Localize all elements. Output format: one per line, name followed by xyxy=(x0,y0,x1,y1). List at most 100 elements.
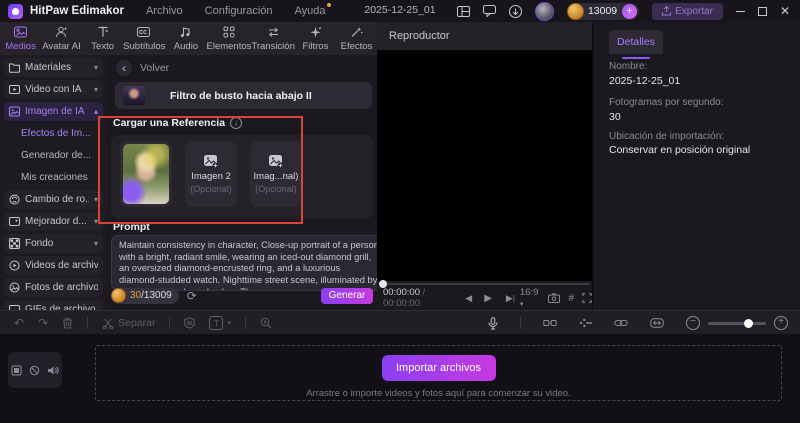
filter-card[interactable]: Filtro de busto hacia abajo II xyxy=(115,82,372,109)
image-plus-icon xyxy=(269,155,284,169)
reference-section-title: Cargar una Referencia xyxy=(113,117,226,129)
tab-transicion[interactable]: Transición xyxy=(251,22,295,55)
redo-button[interactable]: ↷ xyxy=(38,316,48,330)
window-close-button[interactable]: ✕ xyxy=(780,5,790,17)
tab-efectos[interactable]: Efectos xyxy=(336,22,377,55)
menu-configuracion[interactable]: Configuración xyxy=(205,5,273,17)
window-maximize-button[interactable] xyxy=(757,6,767,16)
sidebar-item-materiales[interactable]: Materiales ▾ xyxy=(4,58,103,77)
add-credits-button[interactable]: + xyxy=(622,3,638,19)
upload-icon xyxy=(662,6,672,16)
layout-icon[interactable] xyxy=(456,5,470,17)
sidebar-item-imagen-de-ia[interactable]: Imagen de IA ▴ xyxy=(4,102,103,121)
sidebar-item-fotos-de-archivo[interactable]: Fotos de archivo xyxy=(4,278,103,297)
timeline-zoom-slider[interactable] xyxy=(708,318,766,328)
menu-ayuda[interactable]: Ayuda xyxy=(295,3,331,17)
reference-upload-3[interactable]: Imag...nal) (Opcional) xyxy=(250,141,302,207)
menu-archivo[interactable]: Archivo xyxy=(146,5,183,17)
prompt-textarea[interactable]: Maintain consistency in character, Close… xyxy=(111,235,388,291)
elements-icon xyxy=(223,26,235,39)
fit-timeline-icon[interactable] xyxy=(650,318,664,328)
back-button[interactable]: ‹ Volver xyxy=(116,60,169,76)
app-logo-icon xyxy=(8,3,23,19)
avatar-ai-icon xyxy=(55,26,68,39)
chevron-down-icon: ▾ xyxy=(93,63,98,72)
sidebar-item-videos-de-archivo[interactable]: Videos de archivo xyxy=(4,256,103,275)
undo-button[interactable]: ↶ xyxy=(14,316,24,330)
background-checker-icon xyxy=(9,238,20,249)
music-note-icon xyxy=(180,26,191,39)
zoom-to-frame-icon[interactable] xyxy=(260,317,272,329)
reference-image-1[interactable] xyxy=(120,141,172,207)
tab-avatar-ai[interactable]: Avatar AI xyxy=(41,22,82,55)
tab-medios[interactable]: Medios xyxy=(0,22,41,55)
timecode-separator: / xyxy=(419,287,426,298)
microphone-icon[interactable] xyxy=(488,316,498,330)
fullscreen-icon[interactable] xyxy=(582,293,592,303)
location-label: Ubicación de importación: xyxy=(609,131,725,142)
chevron-down-icon: ▾ xyxy=(93,195,98,204)
play-button[interactable]: ▶ xyxy=(484,293,492,304)
chevron-down-icon: ▾ xyxy=(519,301,524,308)
zoom-slider-handle[interactable] xyxy=(744,318,753,328)
link-clips-icon[interactable] xyxy=(614,319,628,327)
app-window: HitPaw Edimakor Archivo Configuración Ay… xyxy=(0,0,800,423)
download-icon[interactable] xyxy=(508,4,522,18)
name-value: 2025-12-25_01 xyxy=(609,75,681,87)
next-frame-button[interactable]: ▶| xyxy=(506,293,515,304)
zoom-in-button[interactable]: + xyxy=(774,316,788,330)
snapping-icon[interactable] xyxy=(579,318,592,328)
generate-button[interactable]: Generar xyxy=(321,287,373,304)
split-button[interactable]: Separar xyxy=(102,317,155,329)
user-avatar[interactable] xyxy=(534,1,554,21)
text-tool-button[interactable]: T ▾ xyxy=(209,316,231,330)
player-header: Reproductor xyxy=(377,22,592,51)
delete-button[interactable] xyxy=(62,317,73,329)
track-lock-icon[interactable] xyxy=(29,365,40,376)
reference-upload-2[interactable]: Imagen 2 (Opcional) xyxy=(185,141,237,207)
credits-counter[interactable]: 13009 + xyxy=(566,2,640,20)
snapshot-icon[interactable] xyxy=(548,293,561,303)
sidebar-item-generador[interactable]: Generador de... xyxy=(4,146,103,165)
overwrite-mode-icon[interactable] xyxy=(543,318,557,328)
track-mute-icon[interactable] xyxy=(47,365,59,376)
video-preview[interactable] xyxy=(377,50,592,281)
sidebar-item-cambio-de-rostro[interactable]: Cambio de ro... ▾ xyxy=(4,190,103,209)
tab-detalles[interactable]: Detalles xyxy=(609,30,663,59)
sidebar-item-efectos-de-imagen[interactable]: Efectos de Im... xyxy=(4,124,103,143)
sidebar-item-mis-creaciones[interactable]: Mis creaciones xyxy=(4,168,103,187)
sidebar-item-video-con-ia[interactable]: Video con IA ▾ xyxy=(4,80,103,99)
media-icon xyxy=(14,26,28,39)
refresh-icon[interactable]: ⟳ xyxy=(187,289,197,303)
tab-filtros[interactable]: Filtros xyxy=(295,22,336,55)
stock-photo-icon xyxy=(9,282,20,293)
tab-elementos[interactable]: Elementos xyxy=(207,22,251,55)
aspect-ratio-select[interactable]: 16:9 ▾ xyxy=(520,287,541,309)
chevron-down-icon: ▾ xyxy=(93,217,98,226)
window-minimize-button[interactable] xyxy=(735,10,745,12)
feedback-icon[interactable] xyxy=(482,5,496,17)
prev-frame-button[interactable]: ◀ xyxy=(465,293,472,304)
ai-image-icon xyxy=(9,106,20,117)
mask-icon[interactable] xyxy=(184,317,196,329)
sidebar-item-mejorador[interactable]: Mejorador d... ▾ xyxy=(4,212,103,231)
ai-video-icon xyxy=(9,85,20,94)
coin-icon xyxy=(566,2,584,20)
import-files-button[interactable]: Importar archivos xyxy=(381,355,496,381)
zoom-out-button[interactable]: − xyxy=(686,316,700,330)
player-progress-bar[interactable] xyxy=(379,283,590,285)
timeline-area: Importar archivos Arrastre o importe vid… xyxy=(0,334,800,423)
sidebar-item-fondo[interactable]: Fondo ▾ xyxy=(4,234,103,253)
export-button[interactable]: Exportar xyxy=(652,2,723,20)
tab-texto[interactable]: Texto xyxy=(82,22,123,55)
sidebar-item-gifs-de-archivo[interactable]: GIFs de archivo xyxy=(4,300,103,310)
info-icon[interactable]: i xyxy=(230,117,243,129)
tab-audio[interactable]: Audio xyxy=(165,22,206,55)
track-thumbnail-icon[interactable] xyxy=(11,365,22,376)
grid-icon[interactable]: # xyxy=(568,293,574,304)
chevron-down-icon: ▾ xyxy=(227,320,231,327)
media-dropzone[interactable]: Importar archivos Arrastre o importe vid… xyxy=(95,345,782,401)
credits-value: 13009 xyxy=(587,5,618,17)
tab-subtitulos[interactable]: Subtítulos xyxy=(123,22,165,55)
app-name: HitPaw Edimakor xyxy=(30,5,124,17)
